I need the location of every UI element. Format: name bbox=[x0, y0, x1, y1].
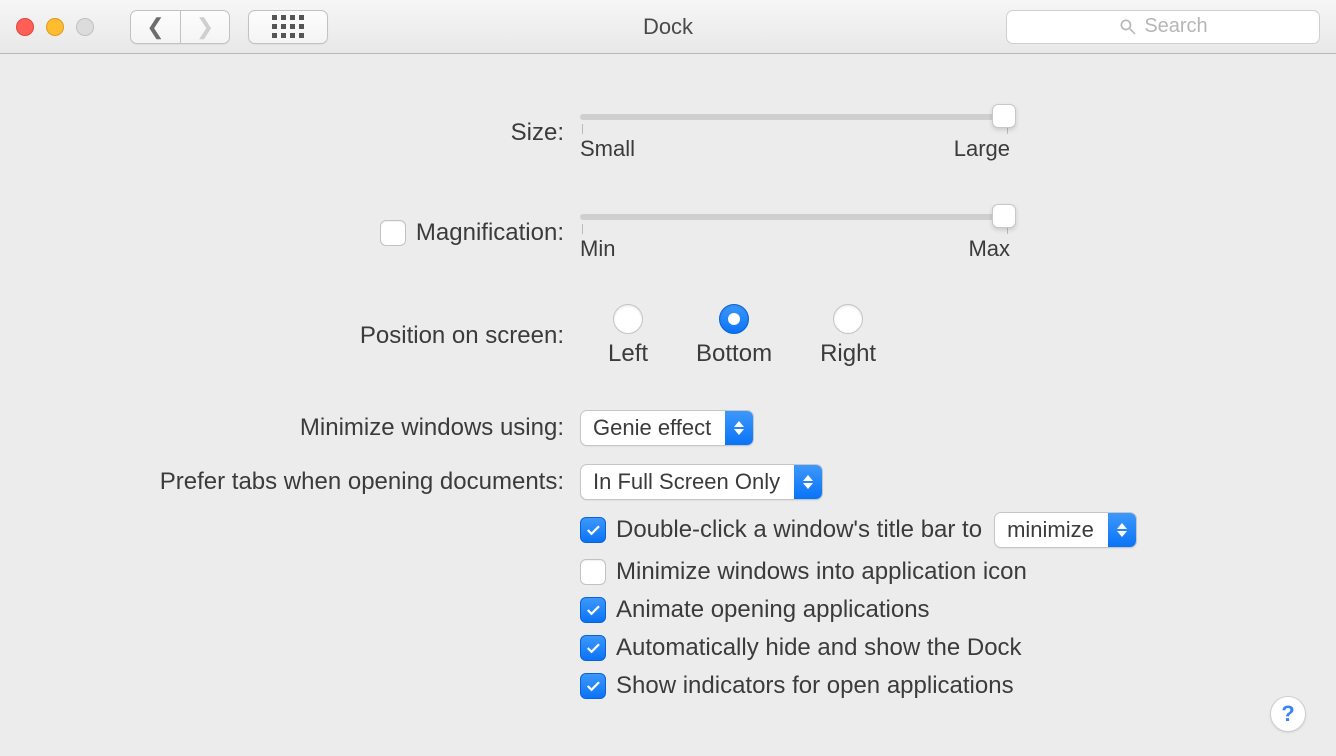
nav-back-forward: ❮ ❯ bbox=[130, 10, 230, 44]
magnification-max-label: Max bbox=[968, 236, 1010, 262]
updown-icon bbox=[1108, 513, 1136, 547]
position-radio-group: Left Bottom Right bbox=[580, 304, 876, 368]
animate-checkbox[interactable] bbox=[580, 597, 606, 623]
prefer-tabs-label: Prefer tabs when opening documents: bbox=[60, 468, 580, 496]
position-left-label: Left bbox=[608, 340, 648, 368]
title-bar: ❮ ❯ Dock Search bbox=[0, 0, 1336, 54]
minimize-into-app-checkbox[interactable] bbox=[580, 559, 606, 585]
search-input[interactable]: Search bbox=[1006, 10, 1320, 44]
double-click-action-select[interactable]: minimize bbox=[994, 512, 1137, 548]
autohide-checkbox[interactable] bbox=[580, 635, 606, 661]
help-button[interactable]: ? bbox=[1270, 696, 1306, 732]
position-bottom-label: Bottom bbox=[696, 340, 772, 368]
back-button[interactable]: ❮ bbox=[130, 10, 180, 44]
position-bottom-radio[interactable] bbox=[719, 304, 749, 334]
size-label: Size: bbox=[60, 119, 580, 147]
minimize-using-value: Genie effect bbox=[581, 411, 725, 445]
magnification-slider[interactable] bbox=[580, 214, 1010, 220]
prefer-tabs-select[interactable]: In Full Screen Only bbox=[580, 464, 823, 500]
forward-button: ❯ bbox=[180, 10, 230, 44]
size-min-label: Small bbox=[580, 136, 635, 162]
indicators-checkbox[interactable] bbox=[580, 673, 606, 699]
minimize-into-app-label: Minimize windows into application icon bbox=[616, 558, 1027, 586]
magnification-min-label: Min bbox=[580, 236, 615, 262]
size-slider[interactable] bbox=[580, 114, 1010, 120]
updown-icon bbox=[725, 411, 753, 445]
minimize-button[interactable] bbox=[46, 18, 64, 36]
minimize-using-select[interactable]: Genie effect bbox=[580, 410, 754, 446]
search-icon bbox=[1118, 17, 1138, 37]
position-label: Position on screen: bbox=[60, 322, 580, 350]
double-click-action-value: minimize bbox=[995, 513, 1108, 547]
show-all-button[interactable] bbox=[248, 10, 328, 44]
search-placeholder: Search bbox=[1144, 15, 1207, 38]
position-left-radio[interactable] bbox=[613, 304, 643, 334]
indicators-label: Show indicators for open applications bbox=[616, 672, 1014, 700]
animate-label: Animate opening applications bbox=[616, 596, 930, 624]
zoom-button-disabled bbox=[76, 18, 94, 36]
double-click-checkbox[interactable] bbox=[580, 517, 606, 543]
magnification-checkbox[interactable] bbox=[380, 220, 406, 246]
grid-icon bbox=[272, 15, 304, 38]
window-controls bbox=[16, 18, 94, 36]
autohide-label: Automatically hide and show the Dock bbox=[616, 634, 1022, 662]
magnification-label: Magnification: bbox=[416, 219, 564, 247]
updown-icon bbox=[794, 465, 822, 499]
magnification-slider-thumb[interactable] bbox=[992, 204, 1016, 228]
size-max-label: Large bbox=[954, 136, 1010, 162]
double-click-label: Double-click a window's title bar to bbox=[616, 516, 982, 544]
prefer-tabs-value: In Full Screen Only bbox=[581, 465, 794, 499]
position-right-label: Right bbox=[820, 340, 876, 368]
close-button[interactable] bbox=[16, 18, 34, 36]
position-right-radio[interactable] bbox=[833, 304, 863, 334]
size-slider-thumb[interactable] bbox=[992, 104, 1016, 128]
minimize-using-label: Minimize windows using: bbox=[60, 414, 580, 442]
